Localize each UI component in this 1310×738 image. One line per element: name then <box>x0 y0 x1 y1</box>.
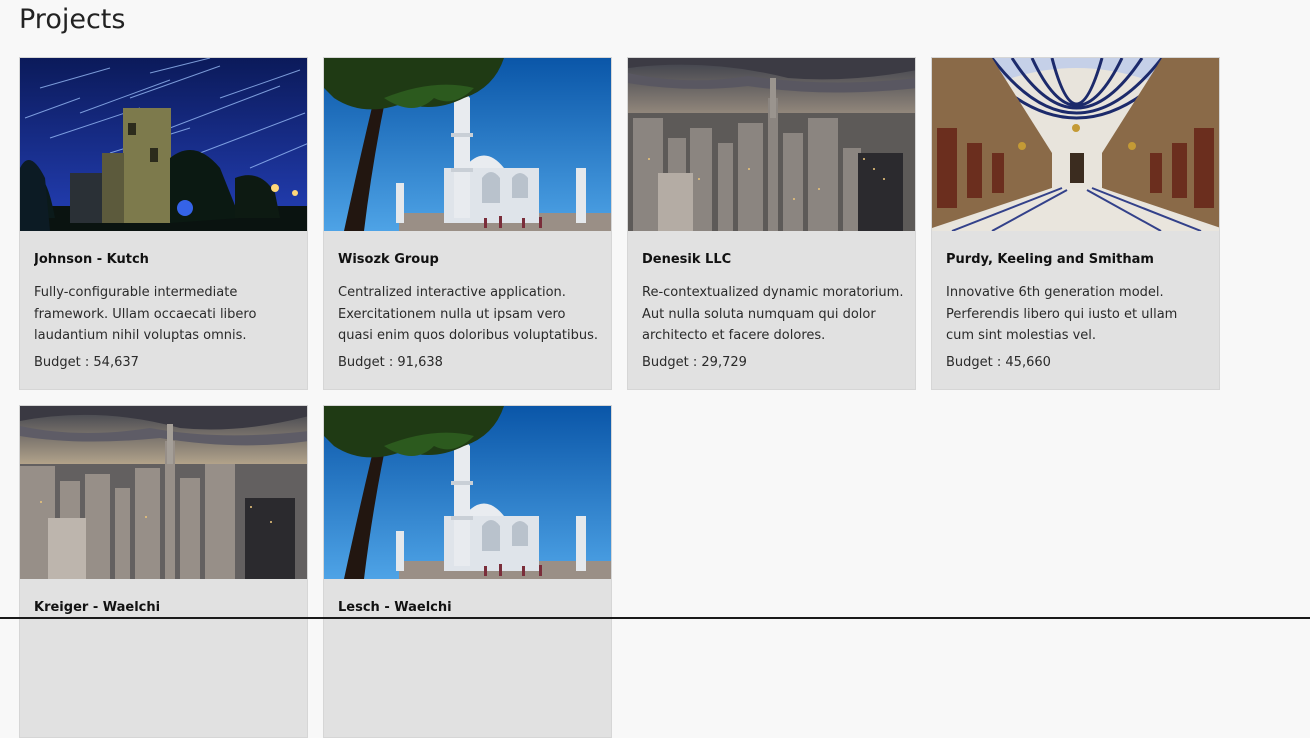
page-title: Projects <box>19 4 126 35</box>
project-budget: Budget : 45,660 <box>946 354 1051 370</box>
project-name[interactable]: Lesch - Waelchi <box>338 599 600 617</box>
project-name[interactable]: Wisozk Group <box>338 251 600 269</box>
project-image <box>932 58 1219 231</box>
project-image <box>628 58 915 231</box>
project-name[interactable]: Johnson - Kutch <box>34 251 296 269</box>
project-card[interactable]: Purdy, Keeling and Smitham Innovative 6t… <box>931 57 1220 390</box>
project-name[interactable]: Kreiger - Waelchi <box>34 599 296 617</box>
project-description: Fully-configurable intermediate framewor… <box>34 285 257 343</box>
project-image <box>324 58 611 231</box>
project-description: Innovative 6th generation model. Perfere… <box>946 285 1178 343</box>
project-description: Centralized interactive application. Exe… <box>338 285 599 343</box>
project-card[interactable]: Denesik LLC Re-contextualized dynamic mo… <box>627 57 916 390</box>
project-description: Re-contextualized dynamic moratorium. Au… <box>642 285 904 343</box>
project-budget: Budget : 91,638 <box>338 354 443 370</box>
project-name[interactable]: Purdy, Keeling and Smitham <box>946 251 1208 269</box>
project-image <box>324 406 611 579</box>
project-image <box>20 58 307 231</box>
project-budget: Budget : 54,637 <box>34 354 139 370</box>
project-card[interactable]: Wisozk Group Centralized interactive app… <box>323 57 612 390</box>
project-image <box>20 406 307 579</box>
project-card[interactable]: Lesch - Waelchi <box>323 405 612 738</box>
project-budget: Budget : 29,729 <box>642 354 747 370</box>
project-card[interactable]: Kreiger - Waelchi <box>19 405 308 738</box>
project-name[interactable]: Denesik LLC <box>642 251 904 269</box>
project-card[interactable]: Johnson - Kutch Fully-configurable inter… <box>19 57 308 390</box>
